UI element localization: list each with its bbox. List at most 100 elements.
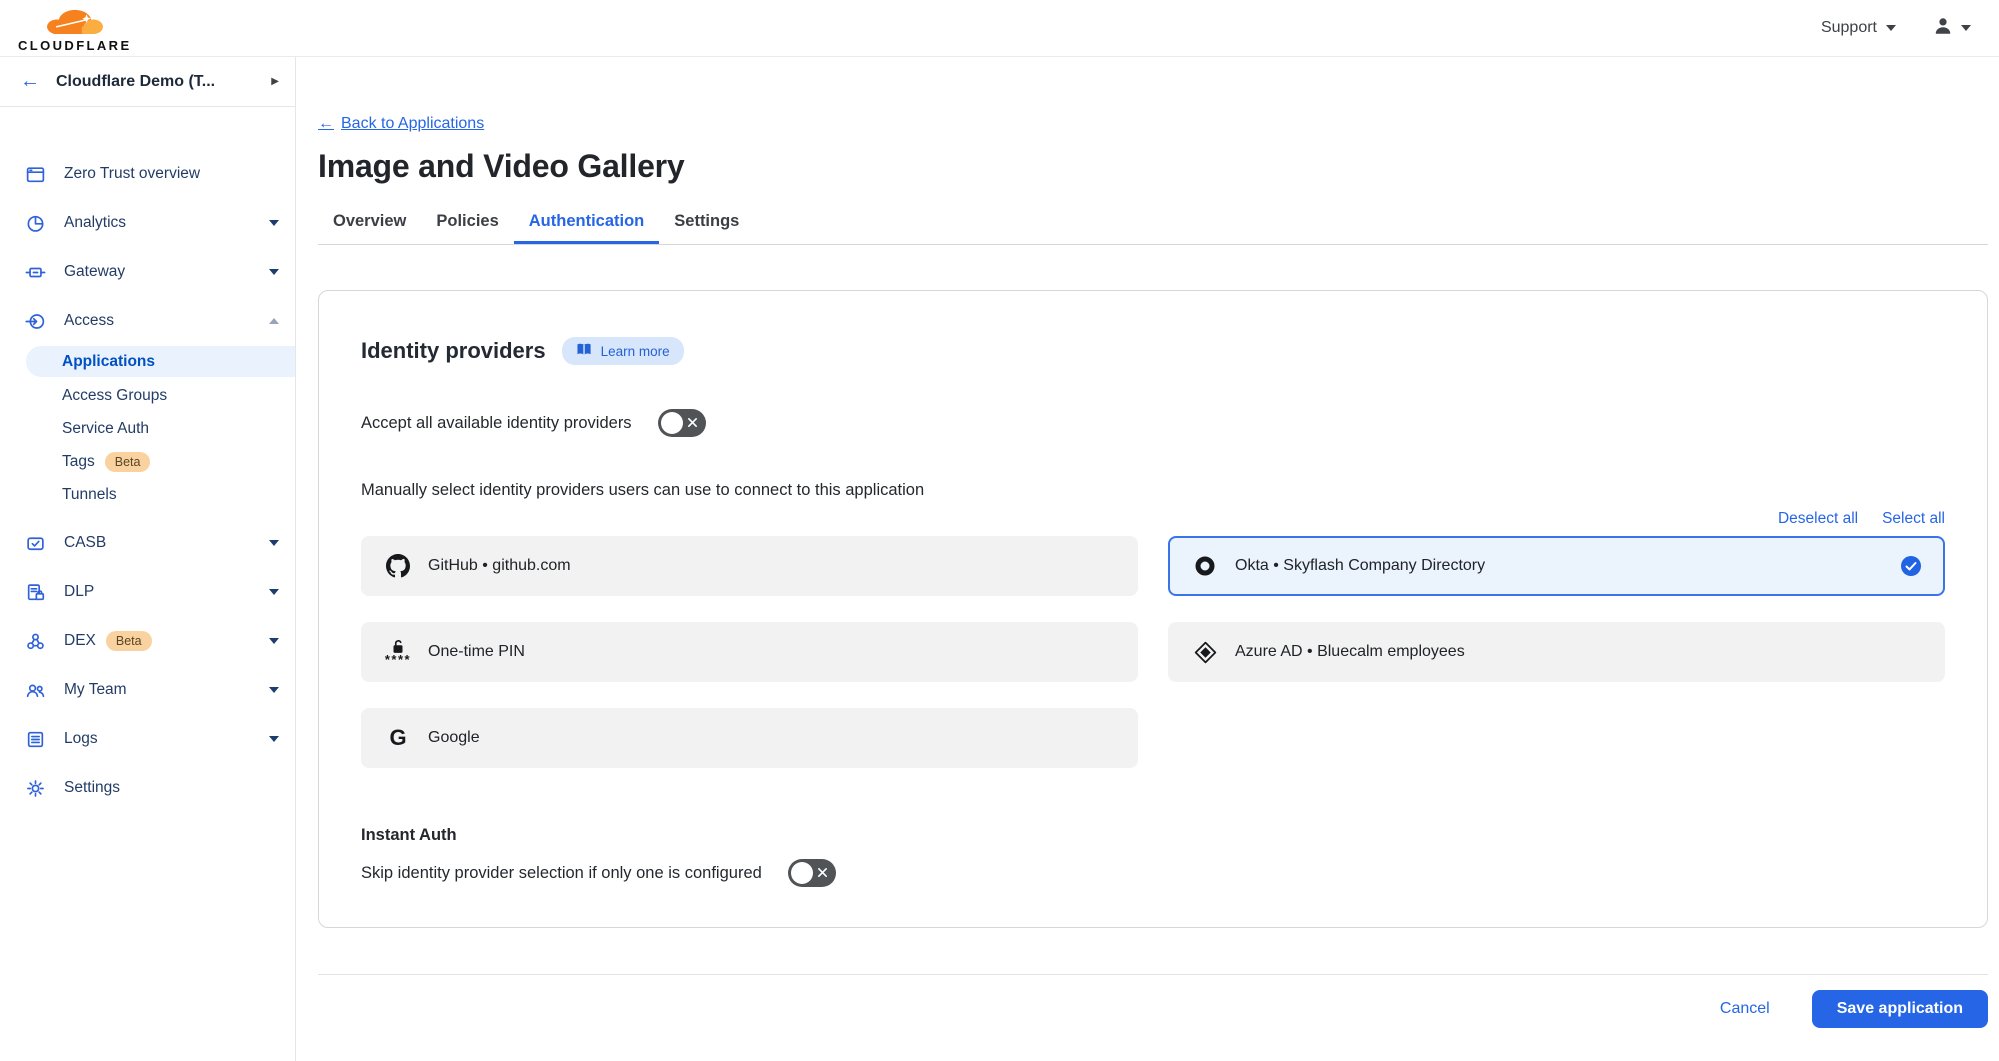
footer-divider [318, 974, 1988, 975]
chevron-down-icon[interactable] [269, 220, 279, 226]
chevron-down-icon[interactable] [269, 540, 279, 546]
learn-more-badge[interactable]: Learn more [562, 337, 684, 365]
sidebar-item-service-auth[interactable]: Service Auth [0, 412, 295, 445]
sidebar-item-analytics[interactable]: Analytics [0, 204, 295, 242]
book-icon [576, 342, 593, 360]
sidebar-account-header: ← Cloudflare Demo (T... ▶ [0, 57, 295, 107]
back-to-applications-link[interactable]: ← Back to Applications [318, 115, 484, 133]
instant-auth-label: Skip identity provider selection if only… [361, 864, 762, 883]
x-icon [817, 864, 828, 883]
provider-card-github[interactable]: GitHub • github.com [361, 536, 1138, 596]
provider-grid: GitHub • github.com Okta • Skyflash Comp… [361, 536, 1945, 768]
cancel-button[interactable]: Cancel [1720, 1000, 1770, 1018]
x-icon [687, 414, 698, 433]
provider-name: Azure AD • Bluecalm employees [1235, 643, 1465, 661]
tab-bar: Overview Policies Authentication Setting… [318, 212, 1988, 245]
provider-name: Okta • Skyflash Company Directory [1235, 557, 1485, 575]
chevron-down-icon[interactable] [269, 638, 279, 644]
provider-name: One-time PIN [428, 643, 525, 661]
sidebar-item-tags[interactable]: Tags Beta [0, 445, 295, 478]
chevron-up-icon[interactable] [269, 318, 279, 324]
instant-auth-toggle[interactable] [788, 859, 836, 887]
deselect-all-link[interactable]: Deselect all [1778, 510, 1858, 528]
provider-card-google[interactable]: G Google [361, 708, 1138, 768]
sub-item-label: Tunnels [62, 486, 117, 504]
sidebar-item-applications[interactable]: Applications [26, 346, 295, 377]
user-account-menu[interactable] [1932, 15, 1971, 42]
sidebar-item-casb[interactable]: CASB [0, 524, 295, 562]
sidebar-item-my-team[interactable]: My Team [0, 671, 295, 709]
provider-card-azure-ad[interactable]: Azure AD • Bluecalm employees [1168, 622, 1945, 682]
tab-policies[interactable]: Policies [421, 212, 513, 244]
identity-providers-card: Identity providers Learn more Accept all… [318, 290, 1988, 928]
main-content: ← Back to Applications Image and Video G… [296, 57, 1999, 1061]
sidebar-item-dex[interactable]: DEX Beta [0, 622, 295, 660]
pin-asterisks: **** [385, 653, 411, 666]
chevron-down-icon[interactable] [269, 687, 279, 693]
sidebar-item-access-groups[interactable]: Access Groups [0, 379, 295, 412]
access-subnav: Applications Access Groups Service Auth … [0, 346, 295, 511]
chevron-down-icon[interactable] [269, 269, 279, 275]
sidebar-item-dlp[interactable]: DLP [0, 573, 295, 611]
instant-auth-heading: Instant Auth [361, 826, 1945, 845]
card-heading: Identity providers [361, 338, 546, 364]
toggle-knob [661, 412, 683, 434]
tab-settings[interactable]: Settings [659, 212, 754, 244]
cloudflare-cloud-icon [32, 7, 118, 38]
beta-badge: Beta [106, 631, 152, 651]
account-name[interactable]: Cloudflare Demo (T... [56, 73, 255, 91]
sidebar-item-label: CASB [64, 534, 251, 552]
provider-name: Google [428, 729, 480, 747]
google-g-letter: G [389, 725, 406, 751]
sidebar-item-settings[interactable]: Settings [0, 769, 295, 807]
footer-actions: Cancel Save application [318, 990, 1988, 1028]
github-icon [385, 554, 411, 578]
support-menu[interactable]: Support [1821, 19, 1896, 37]
chevron-down-icon [1886, 25, 1896, 31]
sidebar-item-text: DEX [64, 632, 96, 650]
sidebar: ← Cloudflare Demo (T... ▶ Zero Trust ove… [0, 57, 296, 1061]
sidebar-item-label: Analytics [64, 214, 251, 232]
login-icon [24, 310, 46, 332]
cloudflare-wordmark: CLOUDFLARE [18, 39, 132, 52]
azure-ad-icon [1192, 641, 1218, 664]
accept-all-toggle[interactable] [658, 409, 706, 437]
gateway-icon [24, 261, 46, 283]
sidebar-item-label: Logs [64, 730, 251, 748]
save-application-button[interactable]: Save application [1812, 990, 1988, 1028]
chevron-right-icon[interactable]: ▶ [271, 76, 279, 87]
sidebar-item-access[interactable]: Access [0, 302, 295, 340]
chevron-down-icon[interactable] [269, 736, 279, 742]
sidebar-item-label: Access [64, 312, 251, 330]
back-arrow-icon[interactable]: ← [20, 70, 40, 93]
sidebar-item-gateway[interactable]: Gateway [0, 253, 295, 291]
tab-overview[interactable]: Overview [318, 212, 421, 244]
google-icon: G [385, 725, 411, 751]
sidebar-item-label: Settings [64, 779, 279, 797]
select-all-link[interactable]: Select all [1882, 510, 1945, 528]
network-cluster-icon [24, 630, 46, 652]
team-icon [24, 679, 46, 701]
back-arrow-icon: ← [318, 115, 334, 133]
topbar-right: Support [1821, 15, 1971, 42]
provider-card-okta[interactable]: Okta • Skyflash Company Directory [1168, 536, 1945, 596]
sidebar-item-zero-trust-overview[interactable]: Zero Trust overview [0, 155, 295, 193]
provider-name: GitHub • github.com [428, 557, 571, 575]
sidebar-item-tunnels[interactable]: Tunnels [0, 478, 295, 511]
support-label: Support [1821, 19, 1877, 37]
sub-item-label: Service Auth [62, 420, 149, 438]
pie-chart-icon [24, 212, 46, 234]
sidebar-item-logs[interactable]: Logs [0, 720, 295, 758]
sidebar-item-label: My Team [64, 681, 251, 699]
chevron-down-icon[interactable] [269, 589, 279, 595]
document-lock-icon [24, 581, 46, 603]
cloudflare-logo[interactable]: CLOUDFLARE [18, 5, 132, 52]
box-check-icon [24, 532, 46, 554]
sidebar-item-label: Zero Trust overview [64, 165, 279, 183]
provider-card-one-time-pin[interactable]: **** One-time PIN [361, 622, 1138, 682]
tab-authentication[interactable]: Authentication [514, 212, 660, 244]
sidebar-item-label: Gateway [64, 263, 251, 281]
manual-select-text: Manually select identity providers users… [361, 481, 1945, 500]
sub-item-label: Access Groups [62, 387, 167, 405]
page-title: Image and Video Gallery [318, 148, 1988, 185]
